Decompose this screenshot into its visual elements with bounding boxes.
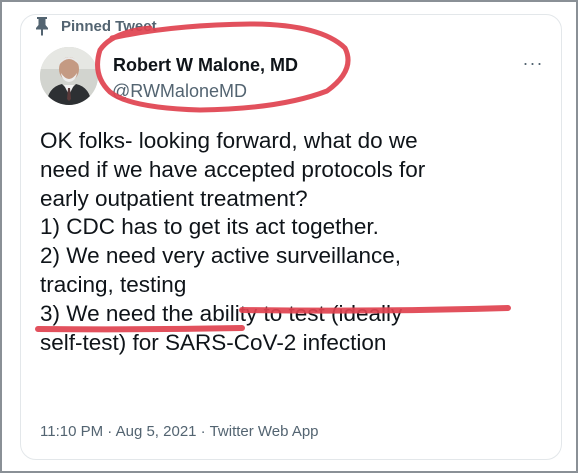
pinned-label: Pinned Tweet xyxy=(61,17,157,35)
avatar[interactable] xyxy=(40,47,98,105)
author-name[interactable]: Robert W Malone, MD xyxy=(113,55,298,76)
meta-separator: · xyxy=(196,423,210,440)
meta-separator: · xyxy=(103,423,116,440)
pinned-indicator: Pinned Tweet xyxy=(33,15,157,37)
more-icon[interactable]: ··· xyxy=(520,54,546,75)
tweet-text: OK folks- looking forward, what do we ne… xyxy=(40,128,426,355)
tweet-date[interactable]: Aug 5, 2021 xyxy=(116,423,197,440)
tweet-metadata: 11:10 PM · Aug 5, 2021 · Twitter Web App xyxy=(40,423,319,440)
tweet-source[interactable]: Twitter Web App xyxy=(210,423,319,440)
author-handle[interactable]: @RWMaloneMD xyxy=(112,81,247,102)
pin-icon xyxy=(33,16,51,36)
tweet-time[interactable]: 11:10 PM xyxy=(40,423,103,440)
